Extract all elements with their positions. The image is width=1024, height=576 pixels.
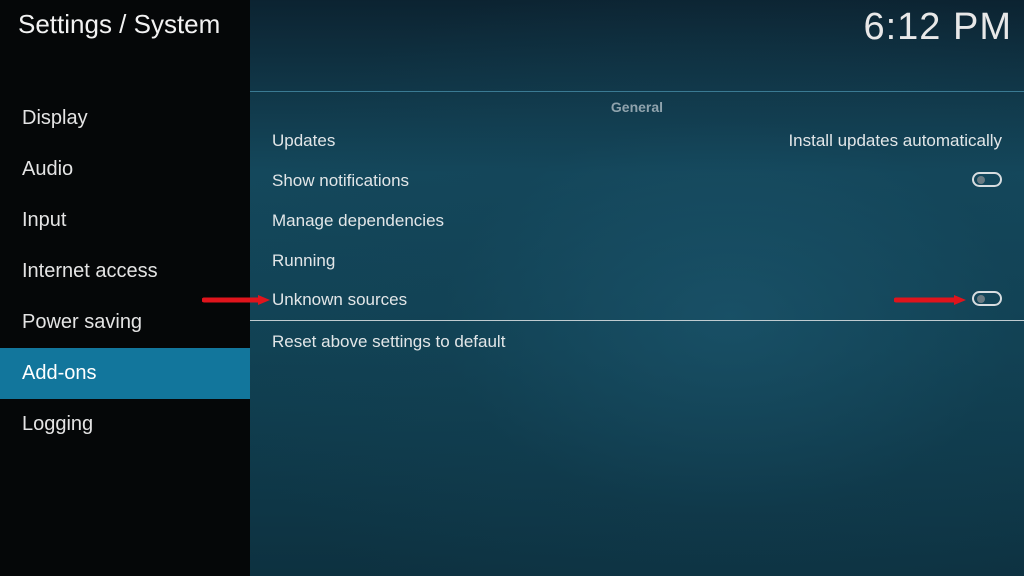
header-divider: [250, 91, 1024, 92]
toggle-knob: [977, 176, 985, 184]
sidebar-item-logging[interactable]: Logging: [0, 399, 250, 450]
setting-label: Unknown sources: [272, 290, 408, 309]
setting-label: Reset above settings to default: [272, 332, 506, 351]
setting-label: Running: [272, 251, 336, 270]
red-arrow-annotation-right: [894, 295, 966, 305]
sidebar-item-input[interactable]: Input: [0, 195, 250, 246]
group-label-general: General: [610, 99, 664, 115]
kodi-settings-screen: Settings / System Display Audio Input In…: [0, 0, 1024, 576]
sidebar: Settings / System Display Audio Input In…: [0, 0, 250, 576]
setting-running[interactable]: Running: [272, 248, 1002, 274]
page-title: Settings / System: [18, 9, 221, 39]
setting-value: Install updates automatically: [788, 131, 1002, 150]
setting-show-notifications[interactable]: Show notifications: [272, 168, 1002, 194]
sidebar-item-internet-access[interactable]: Internet access: [0, 246, 250, 297]
sidebar-item-add-ons[interactable]: Add-ons: [0, 348, 250, 399]
sidebar-nav: Display Audio Input Internet access Powe…: [0, 93, 250, 450]
sidebar-item-display[interactable]: Display: [0, 93, 250, 144]
show-notifications-toggle[interactable]: [972, 172, 1002, 187]
setting-label: Updates: [272, 131, 336, 150]
clock: 6:12 PM: [863, 6, 1012, 48]
toggle-knob: [977, 295, 985, 303]
unknown-sources-toggle[interactable]: [972, 291, 1002, 306]
sidebar-item-audio[interactable]: Audio: [0, 144, 250, 195]
settings-panel: 6:12 PM General Updates Install updates …: [250, 0, 1024, 576]
red-arrow-annotation-left: [202, 295, 270, 305]
setting-label: Manage dependencies: [272, 211, 445, 230]
setting-label: Show notifications: [272, 171, 410, 190]
setting-manage-dependencies[interactable]: Manage dependencies: [272, 208, 1002, 234]
reset-settings-button[interactable]: Reset above settings to default: [272, 329, 1002, 355]
setting-unknown-sources[interactable]: Unknown sources: [272, 287, 1002, 313]
row-divider: [250, 320, 1024, 321]
setting-updates[interactable]: Updates Install updates automatically: [272, 128, 1002, 154]
